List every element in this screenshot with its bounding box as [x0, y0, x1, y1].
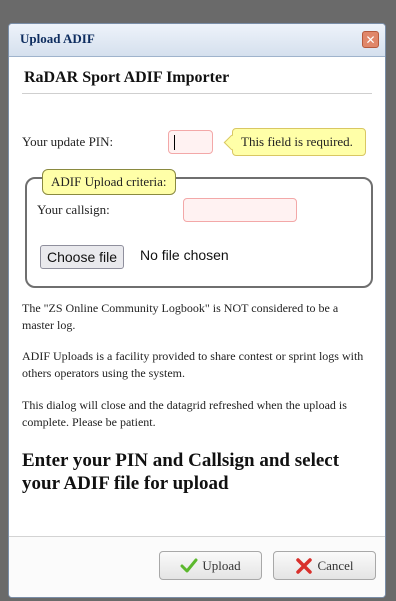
- upload-button-label: Upload: [202, 558, 241, 573]
- close-icon[interactable]: ✕: [362, 31, 379, 48]
- dialog-title: Upload ADIF: [20, 31, 95, 46]
- dialog-content: RaDAR Sport ADIF Importer Your update PI…: [22, 56, 373, 537]
- tooltip-text: This field is required.: [241, 134, 353, 149]
- facility-note: ADIF Uploads is a facility provided to s…: [22, 349, 364, 380]
- file-status-text: No file chosen: [140, 247, 229, 263]
- cancel-button[interactable]: Cancel: [273, 551, 376, 580]
- pin-input[interactable]: [168, 130, 213, 154]
- close-note: This dialog will close and the datagrid …: [22, 398, 347, 429]
- importer-heading: RaDAR Sport ADIF Importer: [24, 69, 230, 86]
- tooltip-arrow: [223, 134, 240, 151]
- upload-button[interactable]: Upload: [159, 551, 262, 580]
- master-log-note: The "ZS Online Community Logbook" is NOT…: [22, 301, 339, 332]
- upload-criteria-legend: ADIF Upload criteria:: [42, 169, 176, 195]
- instruction-text: Enter your PIN and Callsign and select y…: [22, 450, 340, 494]
- cancel-button-label: Cancel: [317, 558, 354, 573]
- pin-label: Your update PIN:: [22, 134, 114, 149]
- text-caret: [174, 135, 175, 150]
- dialog-titlebar[interactable]: Upload ADIF ✕: [9, 24, 385, 57]
- dialog-buttonbar: Upload Cancel: [9, 536, 385, 597]
- upload-adif-dialog: Upload ADIF ✕ RaDAR Sport ADIF Importer …: [8, 23, 386, 598]
- pin-required-tooltip: This field is required.: [223, 128, 366, 156]
- checkmark-icon: [180, 558, 198, 573]
- callsign-label: Your callsign:: [37, 202, 110, 217]
- callsign-input[interactable]: [183, 198, 297, 222]
- x-icon: [296, 557, 313, 574]
- heading-divider: [22, 93, 372, 94]
- choose-file-button[interactable]: Choose file: [40, 245, 125, 269]
